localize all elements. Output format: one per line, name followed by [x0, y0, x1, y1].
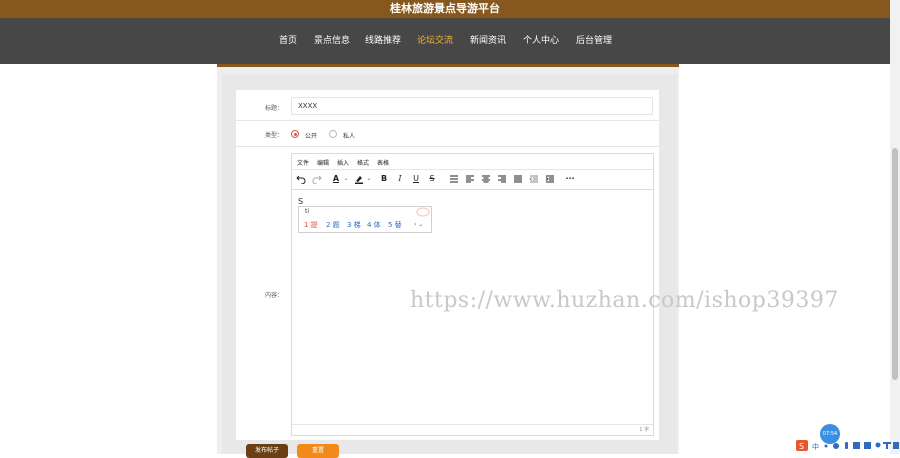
nav-admin[interactable]: 后台管理 [576, 18, 612, 64]
indent-icon[interactable] [545, 174, 555, 184]
word-count: 1 字 [639, 427, 649, 433]
ime-candidate[interactable]: 4 体 [367, 220, 381, 230]
ime-candidate[interactable]: 2 题 [326, 220, 340, 230]
radio-private[interactable] [329, 130, 337, 138]
nav-routes[interactable]: 线路推荐 [365, 18, 401, 64]
radio-private-label: 私人 [343, 133, 356, 140]
sogou-logo-icon [416, 207, 430, 217]
undo-icon[interactable] [296, 174, 306, 184]
ime-pinyin-input: ti [305, 208, 310, 215]
list-icon[interactable] [449, 174, 459, 184]
page-scrollbar-thumb[interactable] [892, 148, 898, 380]
title-label: 标题： [264, 105, 283, 112]
editor-statusbar: 1 字 [292, 424, 653, 436]
ime-status-tray[interactable]: S 中 [795, 437, 900, 454]
bold-icon[interactable]: B [379, 174, 389, 184]
radio-public[interactable] [291, 130, 299, 138]
text-color-icon[interactable]: A [331, 174, 341, 184]
italic-icon[interactable]: I [395, 174, 405, 184]
radio-public-label: 公开 [305, 133, 318, 140]
align-left-icon[interactable] [465, 174, 475, 184]
menu-file[interactable]: 文件 [297, 158, 309, 167]
strikethrough-icon[interactable]: S [427, 174, 437, 184]
highlight-icon[interactable] [354, 174, 364, 184]
align-justify-icon[interactable] [513, 174, 523, 184]
ime-candidate[interactable]: 5 替 [388, 220, 402, 230]
main-nav: 首页 景点信息 线路推荐 论坛交流 新闻资讯 个人中心 后台管理 [0, 18, 890, 64]
editor-toolbar: A ⌄ ⌄ B I U S ··· [291, 170, 653, 190]
ime-candidate[interactable]: 1 提 [304, 220, 318, 230]
site-title: 桂林旅游景点导游平台 [0, 0, 890, 18]
chevron-down-icon[interactable]: ⌄ [341, 174, 351, 184]
redo-icon[interactable] [312, 174, 322, 184]
more-icon[interactable]: ··· [565, 174, 575, 184]
type-label: 类型： [264, 132, 283, 139]
content-label: 内容： [264, 292, 283, 299]
editor-content[interactable]: S [298, 197, 303, 206]
ime-tray-icons: S 中 [796, 440, 899, 451]
title-input[interactable]: XXXX [291, 97, 653, 115]
nav-profile[interactable]: 个人中心 [523, 18, 559, 64]
nav-attractions[interactable]: 景点信息 [314, 18, 350, 64]
svg-text:中: 中 [812, 442, 819, 451]
svg-text:S: S [799, 442, 804, 451]
chevron-down-icon[interactable]: ⌄ [364, 174, 374, 184]
ime-candidate-popup [298, 206, 432, 233]
align-center-icon[interactable] [481, 174, 491, 184]
ime-candidate[interactable]: 3 梯 [347, 220, 361, 230]
menu-format[interactable]: 格式 [357, 158, 369, 167]
ime-page-nav[interactable]: › ⌄ [414, 221, 423, 228]
publish-button[interactable]: 发布帖子 [246, 444, 288, 458]
menu-insert[interactable]: 插入 [337, 158, 349, 167]
menu-edit[interactable]: 编辑 [317, 158, 329, 167]
menu-table[interactable]: 表格 [377, 158, 389, 167]
nav-home[interactable]: 首页 [279, 18, 297, 64]
divider [236, 120, 659, 121]
align-right-icon[interactable] [497, 174, 507, 184]
watermark-url: https://www.huzhan.com/ishop39397 [410, 288, 839, 313]
nav-forum[interactable]: 论坛交流 [417, 18, 453, 64]
underline-icon[interactable]: U [411, 174, 421, 184]
divider [236, 146, 659, 147]
nav-news[interactable]: 新闻资讯 [470, 18, 506, 64]
editor-menubar: 文件 编辑 插入 格式 表格 [291, 154, 653, 170]
outdent-icon[interactable] [529, 174, 539, 184]
reset-button[interactable]: 重置 [297, 444, 339, 458]
